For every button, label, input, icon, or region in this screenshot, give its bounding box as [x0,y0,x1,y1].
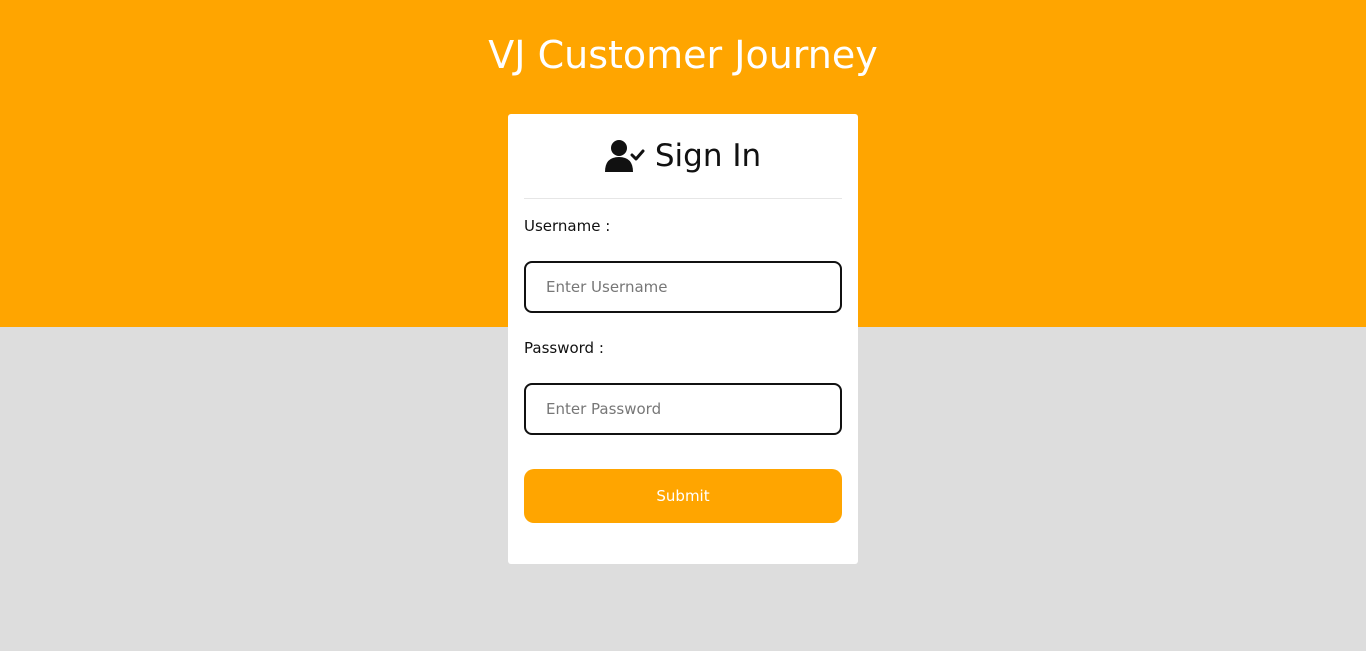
app-title: VJ Customer Journey [488,33,878,77]
password-input[interactable] [524,383,842,435]
sign-in-title: Sign In [654,138,762,174]
submit-button[interactable]: Submit [524,469,842,523]
login-page: VJ Customer Journey Sign In Username : P… [0,0,1366,651]
user-check-icon [604,139,645,173]
username-input[interactable] [524,261,842,313]
password-label: Password : [524,339,604,357]
login-card: Sign In Username : Password : Submit [508,114,858,564]
card-header: Sign In [524,114,842,199]
username-label: Username : [524,217,611,235]
